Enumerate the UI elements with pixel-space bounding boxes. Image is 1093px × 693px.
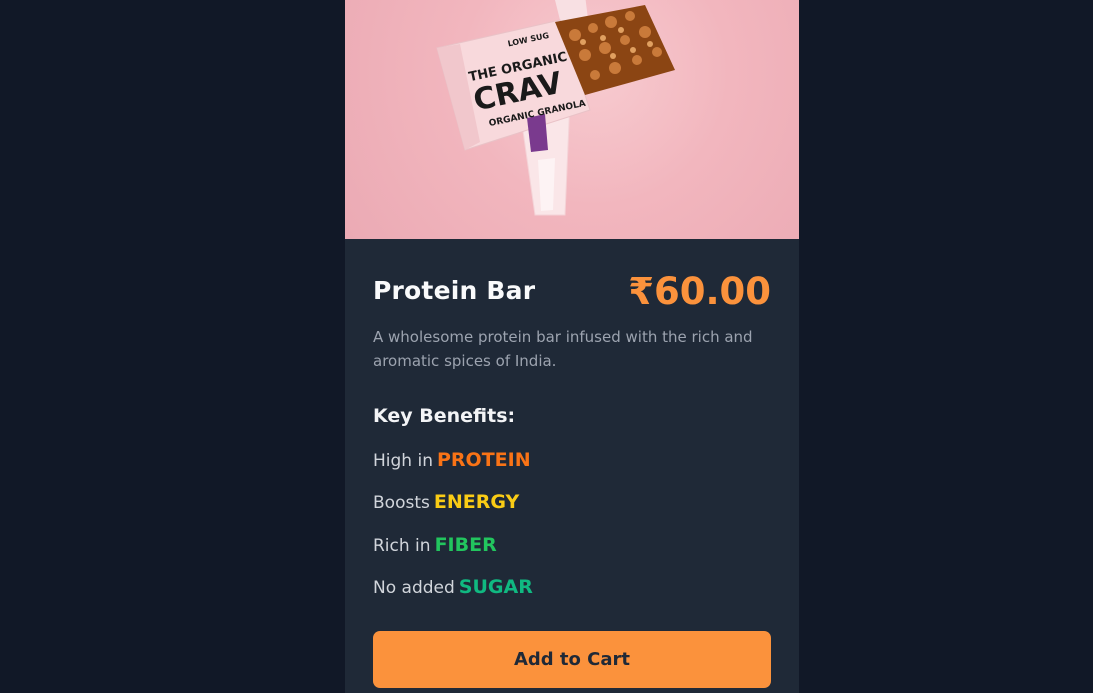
- benefit-highlight: FIBER: [434, 534, 497, 556]
- benefit-prefix: No added: [373, 578, 455, 598]
- benefit-item-sugar: No added SUGAR: [373, 576, 533, 598]
- product-name: Protein Bar: [373, 276, 536, 305]
- benefit-item-energy: Boosts ENERGY: [373, 491, 519, 513]
- product-price: ₹60.00: [628, 270, 771, 313]
- benefit-prefix: Rich in: [373, 536, 431, 556]
- benefit-highlight: ENERGY: [433, 491, 520, 513]
- page: THE ORGANIC CRAV ORGANIC GRANOLA LOW SUG…: [0, 0, 1093, 693]
- product-description: A wholesome protein bar infused with the…: [373, 328, 753, 370]
- benefit-prefix: High in: [373, 451, 433, 471]
- product-card: THE ORGANIC CRAV ORGANIC GRANOLA LOW SUG…: [345, 0, 799, 693]
- benefit-item-fiber: Rich in FIBER: [373, 534, 497, 556]
- title-row: Protein Bar ₹60.00: [373, 270, 771, 314]
- benefit-prefix: Boosts: [373, 493, 430, 513]
- add-to-cart-button[interactable]: Add to Cart: [373, 631, 771, 688]
- protein-bar-photo: THE ORGANIC CRAV ORGANIC GRANOLA LOW SUG: [436, 0, 675, 216]
- benefit-highlight: SUGAR: [458, 576, 533, 598]
- benefit-item-protein: High in PROTEIN: [373, 449, 531, 471]
- benefit-highlight: PROTEIN: [436, 449, 531, 471]
- benefits-heading: Key Benefits:: [373, 405, 516, 427]
- product-image: THE ORGANIC CRAV ORGANIC GRANOLA LOW SUG: [345, 0, 799, 239]
